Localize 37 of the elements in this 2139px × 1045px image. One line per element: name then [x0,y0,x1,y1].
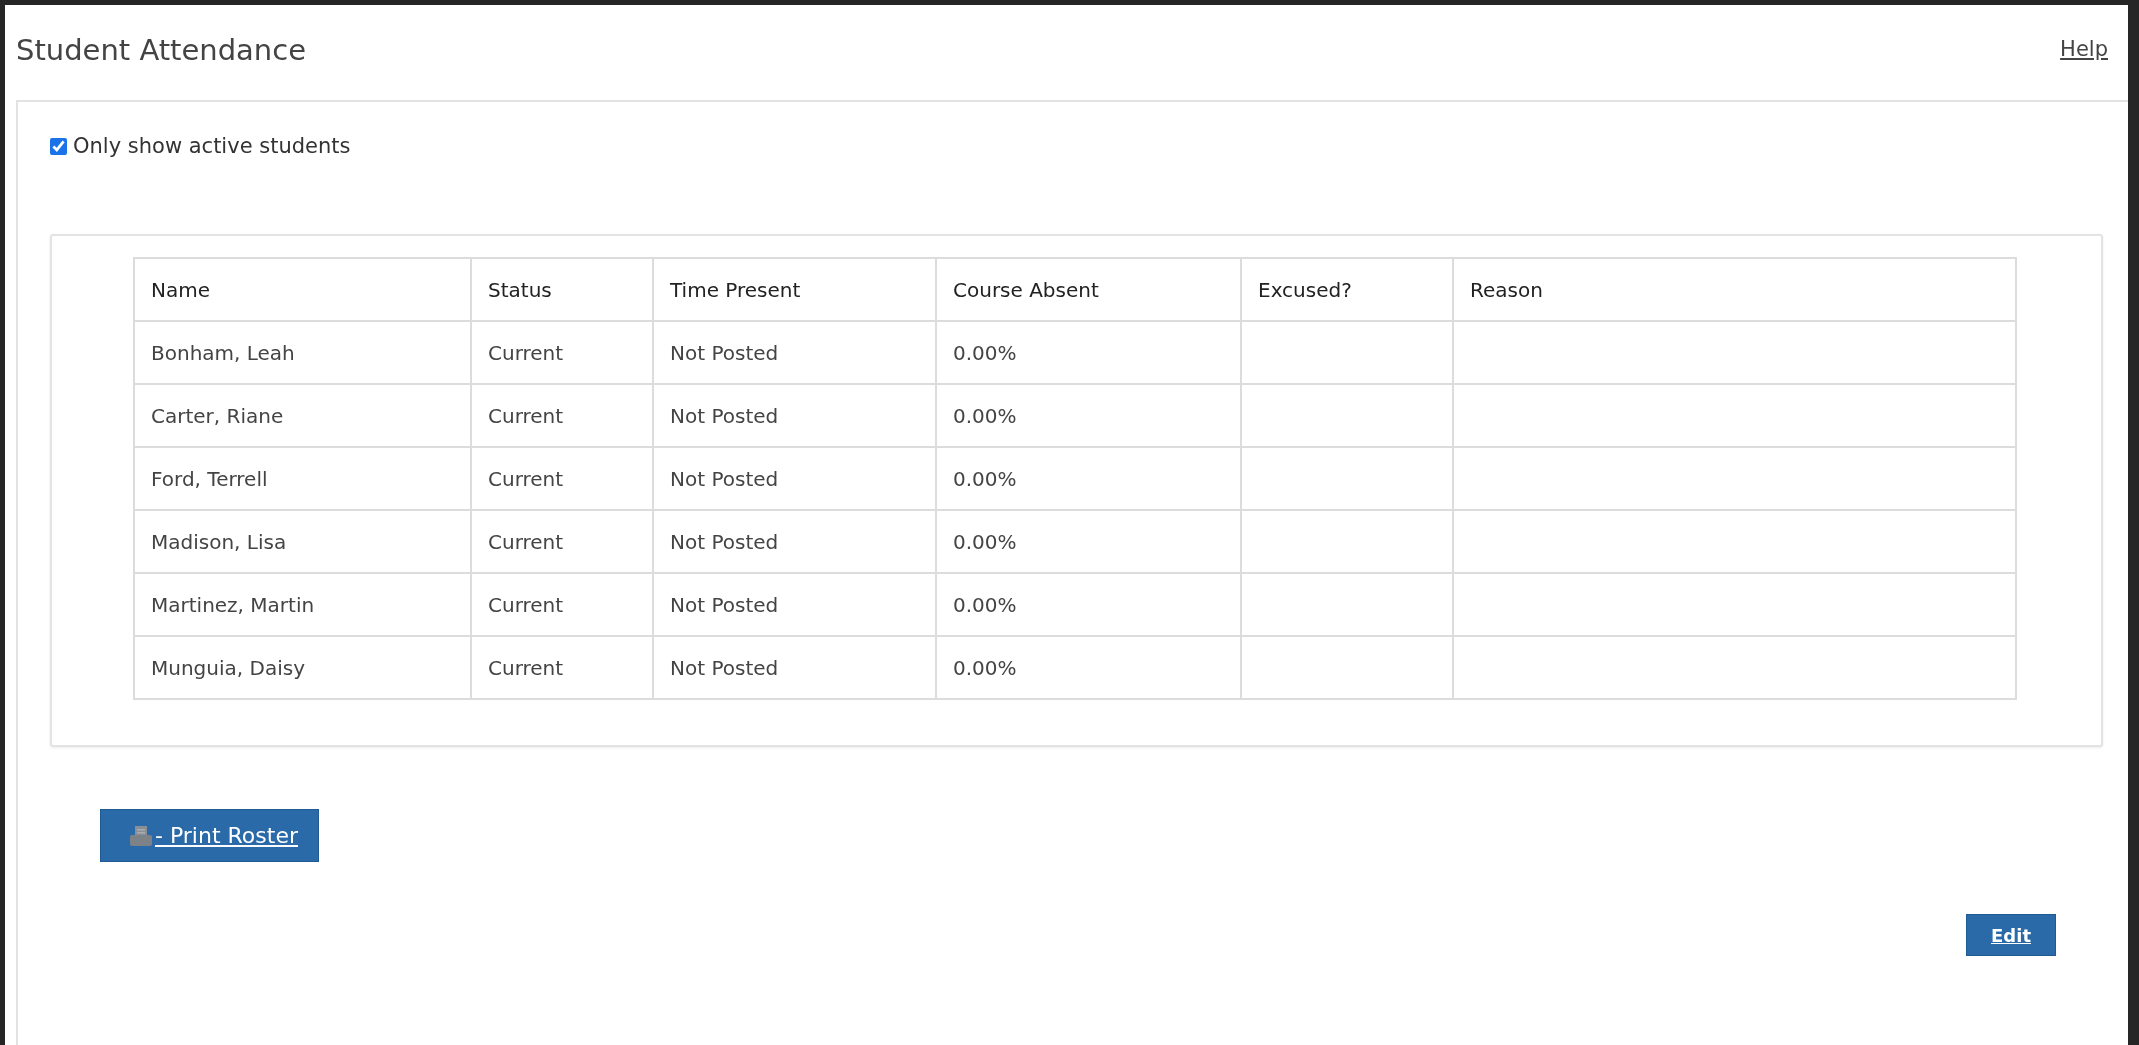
table-cell: Not Posted [653,321,936,384]
column-header: Excused? [1241,258,1453,321]
table-cell: Current [471,321,653,384]
table-cell: 0.00% [936,636,1241,699]
table-cell: Current [471,573,653,636]
table-cell: 0.00% [936,573,1241,636]
table-cell: Not Posted [653,447,936,510]
printer-icon [129,824,153,847]
checkbox-label: Only show active students [73,134,351,158]
table-cell: Current [471,384,653,447]
table-cell: Ford, Terrell [134,447,471,510]
table-cell: 0.00% [936,447,1241,510]
table-cell: 0.00% [936,321,1241,384]
page-title: Student Attendance [16,33,306,67]
table-cell: Bonham, Leah [134,321,471,384]
print-roster-button[interactable]: - Print Roster [100,809,319,862]
table-cell: Not Posted [653,510,936,573]
table-cell: 0.00% [936,510,1241,573]
table-cell: 0.00% [936,384,1241,447]
table-cell: Current [471,636,653,699]
edit-button[interactable]: Edit [1966,914,2056,956]
table-cell: Not Posted [653,573,936,636]
checkbox[interactable] [50,137,67,155]
column-header: Time Present [653,258,936,321]
column-header: Name [134,258,471,321]
table-cell: Madison, Lisa [134,510,471,573]
table-cell: Munguia, Daisy [134,636,471,699]
column-header: Reason [1453,258,2016,321]
table-cell: Current [471,447,653,510]
table-cell: Current [471,510,653,573]
column-header: Course Absent [936,258,1241,321]
table-cell: Not Posted [653,636,936,699]
table-cell: Martinez, Martin [134,573,471,636]
table-cell: Carter, Riane [134,384,471,447]
column-header: Status [471,258,653,321]
table-cell: Not Posted [653,384,936,447]
help-link[interactable]: Help [2060,37,2108,61]
